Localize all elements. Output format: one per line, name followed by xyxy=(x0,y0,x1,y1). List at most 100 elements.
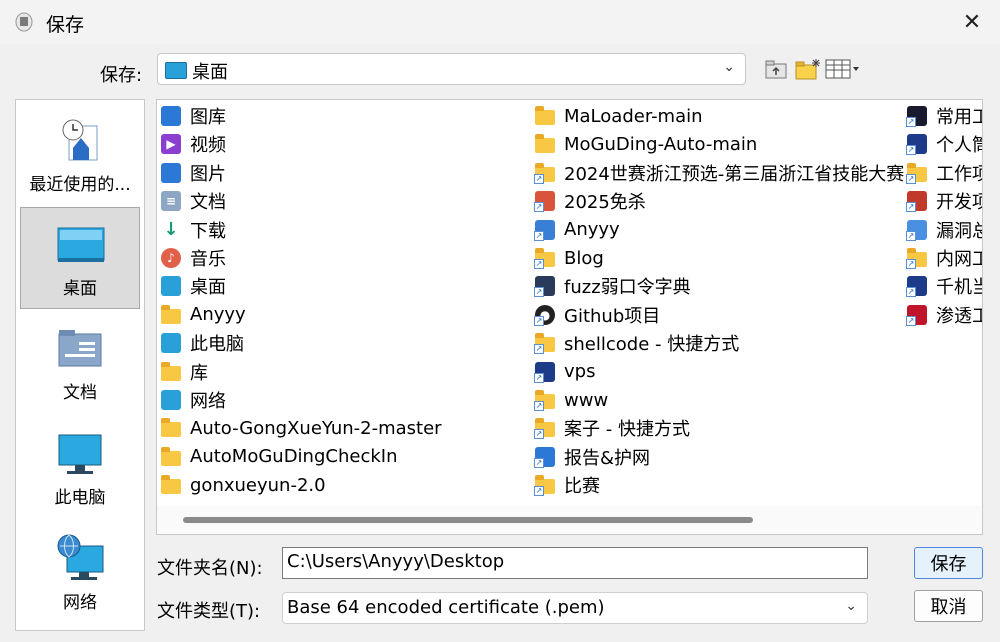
computer-icon xyxy=(160,332,182,354)
file-item[interactable]: ↗ 案子 - 快捷方式 xyxy=(534,414,690,442)
chevron-down-icon: ⌄ xyxy=(845,598,857,614)
file-item[interactable]: ↗ 2024世赛浙江预选-第三届浙江省技能大赛 xyxy=(534,159,904,187)
folder-icon xyxy=(534,105,556,127)
file-item[interactable]: ↗ Anyyy xyxy=(534,216,620,244)
app-icon xyxy=(15,12,33,32)
file-label: MaLoader-main xyxy=(564,105,703,127)
close-icon: ✕ xyxy=(962,9,982,35)
file-item[interactable]: 此电脑 xyxy=(160,329,244,357)
filetype-select[interactable]: Base 64 encoded certificate (.pem) ⌄ xyxy=(282,592,868,624)
file-item[interactable]: Anyyy xyxy=(160,301,246,329)
file-label: 漏洞总 xyxy=(936,220,982,242)
file-item[interactable]: ↗ vps xyxy=(534,358,595,386)
file-item[interactable]: AutoMoGuDingCheckIn xyxy=(160,443,397,471)
file-label: fuzz弱口令字典 xyxy=(564,277,691,299)
folder-shortcut-icon: ↗ xyxy=(534,247,556,269)
file-item[interactable]: ↗ 渗透工 xyxy=(906,301,982,329)
file-item[interactable]: 库 xyxy=(160,358,208,386)
file-item[interactable]: ↗ 比赛 xyxy=(534,471,600,499)
file-item[interactable]: 图片 xyxy=(160,159,226,187)
scrollbar-thumb[interactable] xyxy=(183,517,753,523)
place-network[interactable]: 网络 xyxy=(20,522,140,624)
file-item[interactable]: ↗ 2025免杀 xyxy=(534,187,646,215)
file-item[interactable]: 桌面 xyxy=(160,272,226,300)
save-button[interactable]: 保存 xyxy=(914,547,983,579)
save-in-combo[interactable]: 桌面 ⌄ xyxy=(157,53,746,85)
network-icon xyxy=(57,534,104,580)
file-item[interactable]: ↗ 漏洞总 xyxy=(906,216,982,244)
file-item[interactable]: ▶ 视频 xyxy=(160,130,226,158)
file-item[interactable]: ↗ 常用工 xyxy=(906,102,982,130)
file-item[interactable]: ↗ Blog xyxy=(534,244,604,272)
filename-input[interactable]: C:\Users\Anyyy\Desktop xyxy=(282,547,868,579)
pictures-icon xyxy=(160,162,182,184)
file-label: 文档 xyxy=(190,192,226,214)
file-item[interactable]: ● ↗ Github项目 xyxy=(534,301,660,329)
file-item[interactable]: ↗ www xyxy=(534,386,608,414)
filetype-value: Base 64 encoded certificate (.pem) xyxy=(287,597,605,618)
place-computer[interactable]: 此电脑 xyxy=(20,417,140,519)
file-label: 下载 xyxy=(190,220,226,242)
file-item[interactable]: Auto-GongXueYun-2-master xyxy=(160,414,442,442)
computer-icon xyxy=(58,434,102,474)
shortcut-icon: ↗ xyxy=(906,190,928,213)
folder-shortcut-icon: ↗ xyxy=(906,162,928,184)
close-button[interactable]: ✕ xyxy=(950,4,994,40)
file-item[interactable]: ↗ fuzz弱口令字典 xyxy=(534,272,691,300)
file-item[interactable]: ↗ 个人筒 xyxy=(906,130,982,158)
file-item[interactable]: ↗ 千机当 xyxy=(906,272,982,300)
place-label: 文档 xyxy=(63,383,97,403)
file-label: AutoMoGuDingCheckIn xyxy=(190,446,398,468)
place-desktop[interactable]: 桌面 xyxy=(20,207,140,309)
network-icon xyxy=(160,389,182,411)
file-label: 案子 - 快捷方式 xyxy=(564,419,690,441)
music-icon: ♪ xyxy=(160,247,182,269)
file-item[interactable]: ↗ 内网工 xyxy=(906,244,982,272)
folder-icon xyxy=(160,361,182,383)
file-item[interactable]: 网络 xyxy=(160,386,226,414)
file-item[interactable]: ♪ 音乐 xyxy=(160,244,226,272)
file-item[interactable]: MoGuDing-Auto-main xyxy=(534,130,757,158)
file-label: 开发项 xyxy=(936,192,982,214)
file-item[interactable]: ≡ 文档 xyxy=(160,187,226,215)
filename-value: C:\Users\Anyyy\Desktop xyxy=(287,551,505,572)
file-label: 网络 xyxy=(190,391,226,412)
horizontal-scrollbar[interactable] xyxy=(157,506,982,534)
file-list[interactable]: ↗ 渗透工 ↗ 千机当 ↗ 内网工 ↗ 漏洞总 ↗ 开发项 ↗ 工作项 ↗ 个人筒 ↗ 常用工 ↗ 比赛 ↗ 报告&护… xyxy=(156,99,983,535)
document-icon: ≡ xyxy=(160,190,182,212)
file-label: 个人筒 xyxy=(936,135,982,157)
folder-shortcut-icon: ↗ xyxy=(906,247,928,269)
video-icon: ▶ xyxy=(160,133,182,155)
desktop-icon xyxy=(165,62,187,79)
file-label: MoGuDing-Auto-main xyxy=(564,133,758,155)
up-folder-icon[interactable] xyxy=(764,57,790,81)
shortcut-icon: ↗ xyxy=(534,275,556,298)
file-item[interactable]: gonxueyun-2.0 xyxy=(160,471,326,499)
file-item[interactable]: ↓ 下载 xyxy=(160,216,226,244)
file-item[interactable]: ↗ 报告&护网 xyxy=(534,443,650,471)
folder-shortcut-icon: ↗ xyxy=(534,474,556,497)
file-label: 工作项 xyxy=(936,163,982,185)
save-in-value: 桌面 xyxy=(192,62,228,83)
window-title: 保存 xyxy=(46,14,85,36)
place-recent[interactable]: 最近使用的... xyxy=(20,104,140,206)
file-label: 千机当 xyxy=(936,277,982,299)
filetype-label: 文件类型(T): xyxy=(157,601,261,622)
file-item[interactable]: ↗ 开发项 xyxy=(906,187,982,215)
file-label: Anyyy xyxy=(564,219,620,241)
place-documents[interactable]: 文档 xyxy=(20,312,140,414)
download-icon: ↓ xyxy=(163,218,179,240)
view-menu-icon[interactable] xyxy=(825,57,861,81)
file-item[interactable]: ↗ shellcode - 快捷方式 xyxy=(534,329,739,357)
file-label: Github项目 xyxy=(564,305,661,327)
file-item[interactable]: ↗ 工作项 xyxy=(906,159,982,187)
file-item[interactable]: MaLoader-main xyxy=(534,102,703,130)
file-label: 渗透工 xyxy=(936,305,982,327)
file-item[interactable]: 图库 xyxy=(160,102,226,130)
file-label: www xyxy=(564,389,609,411)
new-folder-icon[interactable] xyxy=(794,57,822,81)
cancel-button[interactable]: 取消 xyxy=(914,590,983,622)
github-icon: ● ↗ xyxy=(534,304,556,326)
place-label: 此电脑 xyxy=(54,488,106,508)
shortcut-icon: ↗ xyxy=(534,361,556,383)
